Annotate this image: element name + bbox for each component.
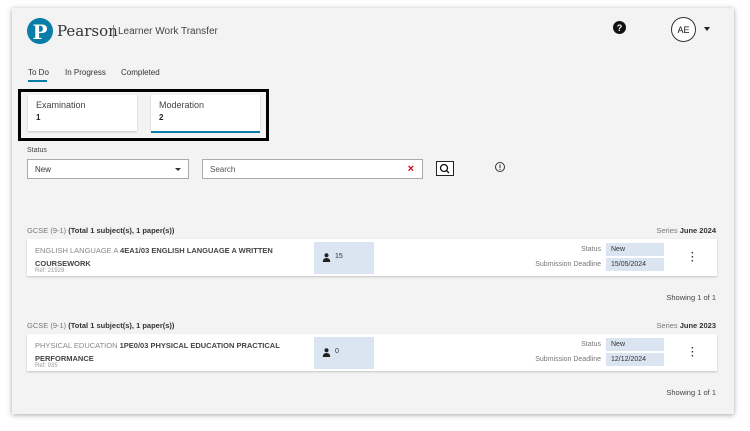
group-summary: (Total 1 subject(s), 1 paper(s)) [68,226,175,235]
subject-name: ENGLISH LANGUAGE A [35,246,118,255]
status-select[interactable]: New [27,159,189,179]
header-divider [113,25,114,38]
series-value: June 2023 [679,321,716,330]
more-options-icon[interactable]: · · · [691,344,694,362]
reference-number: Ref: 935 [35,363,58,369]
paper-title: PHYSICAL EDUCATION 1PE0/03 PHYSICAL EDUC… [35,339,305,365]
status-filter-label: Status [27,147,47,154]
learner-count-value: 15 [335,253,343,260]
group-header: GCSE (9-1) (Total 1 subject(s), 1 paper(… [27,226,174,235]
avatar[interactable]: AE [671,17,696,42]
active-tab-indicator [28,80,47,82]
app-window: P Pearson Learner Work Transfer ? AE To … [12,8,734,414]
search-icon [439,163,450,174]
learner-count: 0 [314,337,374,369]
type-card-count: 1 [36,113,41,122]
more-options-icon[interactable]: · · · [691,249,694,267]
subject-name: PHYSICAL EDUCATION [35,341,118,350]
status-select-value: New [35,165,52,174]
deadline-value: 15/05/2024 [606,258,664,271]
status-value: New [606,338,664,351]
help-icon[interactable]: ? [613,21,626,34]
info-icon[interactable] [495,162,505,172]
type-card-label: Moderation [159,100,205,110]
qualification-label: GCSE (9-1) [27,226,67,235]
list-item[interactable]: ENGLISH LANGUAGE A 4EA1/03 ENGLISH LANGU… [27,239,717,276]
chevron-down-icon [175,168,181,171]
active-card-indicator [151,131,260,133]
search-placeholder: Search [210,165,236,174]
type-card-count: 2 [159,113,164,122]
exclamation-icon [499,164,501,170]
tab-in-progress[interactable]: In Progress [65,68,106,77]
pagination-summary: Showing 1 of 1 [666,388,716,397]
person-icon [322,253,331,262]
group-header: GCSE (9-1) (Total 1 subject(s), 1 paper(… [27,321,174,330]
status-label: Status [581,341,601,348]
reference-number: Ref: 21929 [35,268,65,274]
status-value: New [606,243,664,256]
learner-count-value: 0 [335,348,339,355]
qualification-label: GCSE (9-1) [27,321,67,330]
series-label-text: Series [656,226,678,235]
brand-name: Pearson [57,22,118,40]
person-icon [322,348,331,357]
list-item[interactable]: PHYSICAL EDUCATION 1PE0/03 PHYSICAL EDUC… [27,334,717,371]
deadline-value: 12/12/2024 [606,353,664,366]
clear-icon[interactable]: × [408,163,414,175]
tab-to-do[interactable]: To Do [28,68,49,77]
group-summary: (Total 1 subject(s), 1 paper(s)) [68,321,175,330]
series-value: June 2024 [679,226,716,235]
search-input[interactable]: Search × [202,159,423,179]
paper-title: ENGLISH LANGUAGE A 4EA1/03 ENGLISH LANGU… [35,244,305,270]
deadline-label: Submission Deadline [535,261,601,268]
pagination-summary: Showing 1 of 1 [666,293,716,302]
search-button[interactable] [436,161,454,176]
chevron-down-icon[interactable] [704,27,710,31]
deadline-label: Submission Deadline [535,356,601,363]
tab-completed[interactable]: Completed [121,68,160,77]
examination-card[interactable]: Examination 1 [28,95,137,131]
series-label: Series June 2024 [656,226,716,235]
series-label-text: Series [656,321,678,330]
status-label: Status [581,246,601,253]
learner-count: 15 [314,242,374,274]
pearson-logo-icon: P [27,18,53,44]
app-title: Learner Work Transfer [118,26,218,37]
type-card-label: Examination [36,100,86,110]
moderation-card[interactable]: Moderation 2 [151,95,260,131]
series-label: Series June 2023 [656,321,716,330]
